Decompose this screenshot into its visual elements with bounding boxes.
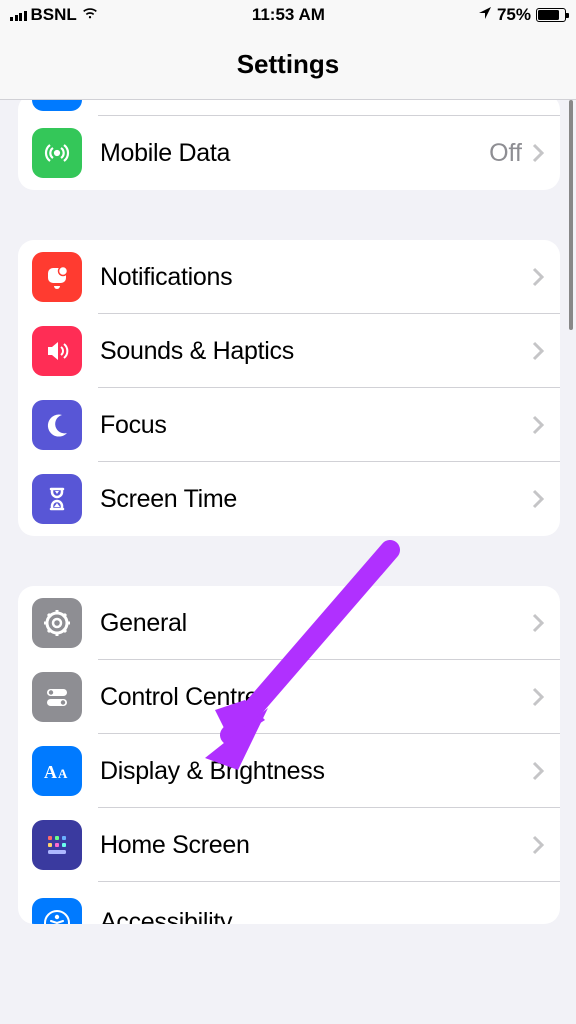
battery-pct: 75% [497, 5, 531, 25]
chevron-icon [532, 613, 544, 633]
row-screen-time[interactable]: Screen Time [18, 462, 560, 536]
scrollbar[interactable] [569, 100, 573, 330]
switches-icon [32, 672, 82, 722]
chevron-icon [532, 143, 544, 163]
row-sounds-haptics[interactable]: Sounds & Haptics [18, 314, 560, 388]
chevron-icon [532, 687, 544, 707]
row-label: Sounds & Haptics [100, 337, 532, 366]
row-cutoff[interactable] [18, 100, 560, 116]
moon-icon [32, 400, 82, 450]
row-general[interactable]: General [18, 586, 560, 660]
grid-icon [32, 820, 82, 870]
status-bar: BSNL 11:53 AM 75% [0, 0, 576, 30]
row-label: General [100, 609, 532, 638]
row-accessibility[interactable]: Accessibility [18, 882, 560, 924]
row-label: Mobile Data [100, 139, 489, 168]
row-label: Accessibility [100, 908, 544, 925]
carrier-text: BSNL [31, 5, 77, 25]
settings-group-general: General Control Centre AA Display & Brig… [18, 586, 560, 924]
row-value: Off [489, 139, 522, 168]
antenna-icon [32, 128, 82, 178]
accessibility-icon [32, 898, 82, 924]
row-control-centre[interactable]: Control Centre [18, 660, 560, 734]
row-display-brightness[interactable]: AA Display & Brightness [18, 734, 560, 808]
chevron-icon [532, 267, 544, 287]
signal-icon [10, 9, 27, 21]
row-home-screen[interactable]: Home Screen [18, 808, 560, 882]
clock: 11:53 AM [252, 5, 325, 25]
row-label: Home Screen [100, 831, 532, 860]
bell-icon [32, 252, 82, 302]
svg-text:A: A [44, 762, 57, 782]
speaker-icon [32, 326, 82, 376]
row-focus[interactable]: Focus [18, 388, 560, 462]
chevron-icon [532, 835, 544, 855]
row-label: Screen Time [100, 485, 532, 514]
page-title: Settings [0, 30, 576, 100]
row-mobile-data[interactable]: Mobile Data Off [18, 116, 560, 190]
row-label: Display & Brightness [100, 757, 532, 786]
svg-text:A: A [58, 766, 68, 781]
location-icon [478, 5, 492, 25]
hourglass-icon [32, 474, 82, 524]
chevron-icon [532, 341, 544, 361]
chevron-icon [532, 489, 544, 509]
battery-icon [536, 8, 566, 22]
row-notifications[interactable]: Notifications [18, 240, 560, 314]
row-label: Notifications [100, 263, 532, 292]
row-label: Control Centre [100, 683, 532, 712]
chain-icon [32, 100, 82, 111]
aa-icon: AA [32, 746, 82, 796]
gear-icon [32, 598, 82, 648]
row-label: Focus [100, 411, 532, 440]
chevron-icon [532, 415, 544, 435]
settings-group-network: Mobile Data Off [18, 100, 560, 190]
chevron-icon [532, 761, 544, 781]
settings-group-alerts: Notifications Sounds & Haptics Focus Scr… [18, 240, 560, 536]
wifi-icon [81, 5, 99, 25]
settings-list[interactable]: Mobile Data Off Notifications Sounds & H… [0, 100, 576, 1024]
